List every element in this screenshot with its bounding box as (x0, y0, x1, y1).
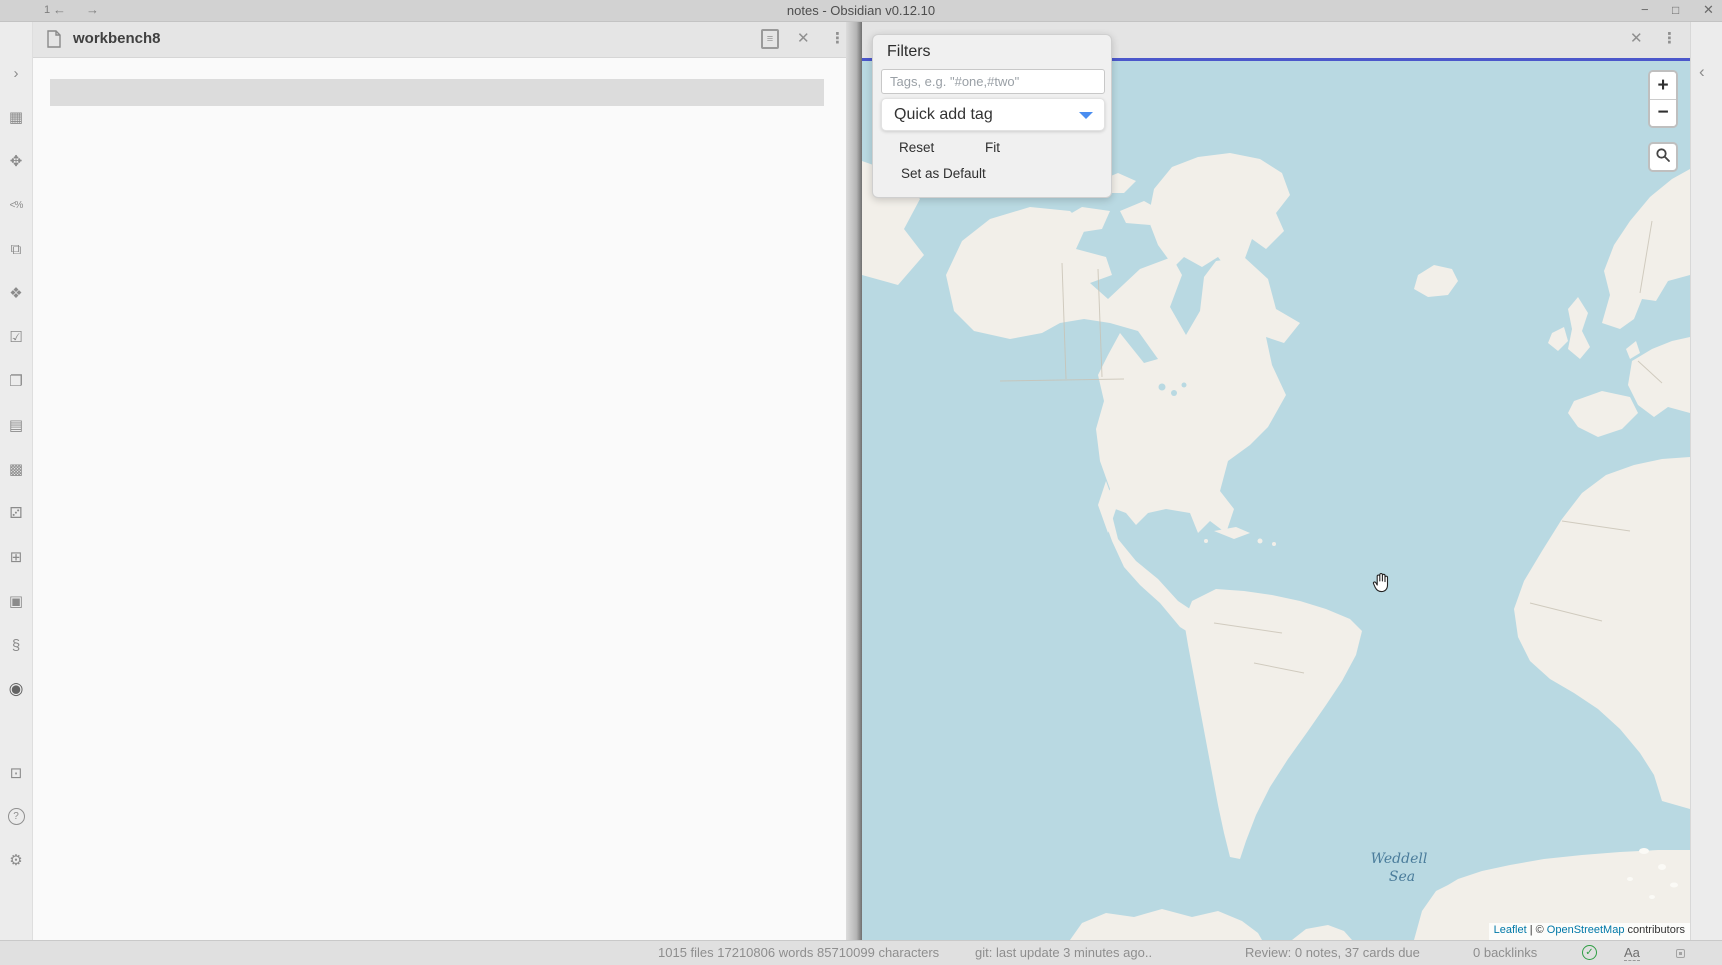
expand-sidebar-icon[interactable]: › (7, 64, 25, 82)
map-filters-panel: Filters Quick add tag Reset Fit Set as D… (872, 34, 1112, 198)
right-sidebar-collapsed: ‹ (1690, 22, 1722, 940)
collapse-left-chevron-icon[interactable]: ‹ (1699, 62, 1705, 82)
daily-note-icon[interactable]: ▣ (7, 592, 25, 610)
workbench-pane: workbench8 ≡ ✕ ⋮ (33, 22, 846, 940)
reset-button[interactable]: Reset (899, 140, 934, 155)
map-attribution: Leaflet | © OpenStreetMap contributors (1489, 923, 1690, 940)
pane-menu-icon[interactable]: ⋮ (830, 29, 845, 47)
close-window-button[interactable]: ✕ (1703, 2, 1714, 18)
tags-filter-input[interactable] (881, 69, 1105, 94)
map-zoom-control: + − (1648, 70, 1678, 128)
zoom-out-button[interactable]: − (1650, 99, 1676, 126)
calendar-check-icon[interactable]: ☑ (7, 328, 25, 346)
sea-label-weddell: Weddell (1371, 851, 1428, 867)
map-pane-menu-icon[interactable]: ⋮ (1662, 29, 1677, 47)
map-search-button[interactable] (1648, 142, 1678, 172)
zoom-in-button[interactable]: + (1650, 72, 1676, 99)
move-node-icon[interactable]: ✥ (7, 152, 25, 170)
pane-divider[interactable] (846, 22, 862, 940)
copyright-symbol: © (1536, 924, 1544, 936)
sync-check-icon: ✓ (1582, 945, 1597, 960)
sea-label-sea: Sea (1389, 869, 1415, 885)
pane-title: workbench8 (73, 30, 161, 47)
fit-button[interactable]: Fit (985, 140, 1000, 155)
presentation-icon[interactable]: ⊡ (7, 764, 25, 782)
hand-cursor-icon (1370, 571, 1394, 600)
minimize-button[interactable]: − (1641, 2, 1649, 17)
slides-icon[interactable]: ⧉ (7, 240, 25, 258)
graph-view-icon[interactable]: ❖ (7, 284, 25, 302)
review-status: Review: 0 notes, 37 cards due (1245, 945, 1420, 960)
titlebar: 1 ← → notes - Obsidian v0.12.10 − □ ✕ (0, 0, 1722, 22)
workbench-pane-header: workbench8 ≡ ✕ ⋮ (33, 22, 846, 58)
git-status: git: last update 3 minutes ago.. (975, 945, 1152, 960)
openstreetmap-link[interactable]: OpenStreetMap (1547, 924, 1625, 936)
maximize-button[interactable]: □ (1672, 3, 1679, 17)
flashcards-icon[interactable]: ▤ (7, 416, 25, 434)
status-bar: 1015 files 17210806 words 85710099 chara… (0, 940, 1722, 965)
close-pane-icon[interactable]: ✕ (797, 29, 810, 47)
empty-note-line[interactable] (50, 79, 824, 106)
set-as-default-button[interactable]: Set as Default (901, 166, 986, 181)
filters-title: Filters (887, 43, 931, 61)
quick-add-tag-select[interactable]: Quick add tag (881, 98, 1105, 131)
backlinks-status: 0 backlinks (1473, 945, 1537, 960)
quick-add-tag-label: Quick add tag (894, 106, 993, 124)
window-title: notes - Obsidian v0.12.10 (0, 3, 1722, 18)
obsidian-window: 1 ← → notes - Obsidian v0.12.10 − □ ✕ › … (0, 0, 1722, 965)
duplicate-note-icon[interactable]: ❐ (7, 372, 25, 390)
status-mini-icon[interactable] (1676, 949, 1685, 958)
word-count-status: 1015 files 17210806 words 85710099 chara… (658, 945, 939, 960)
chevron-down-icon (1079, 112, 1093, 119)
attribution-separator: | (1530, 924, 1533, 936)
ribbon-strap-icon[interactable]: § (7, 636, 25, 654)
note-file-icon (47, 30, 61, 53)
random-note-icon[interactable]: ⚂ (7, 504, 25, 522)
templater-icon[interactable]: <% (7, 196, 25, 214)
case-toggle-button[interactable]: Aa (1624, 945, 1640, 961)
table-icon[interactable]: ▦ (7, 108, 25, 126)
leaflet-link[interactable]: Leaflet (1494, 924, 1527, 936)
close-map-pane-icon[interactable]: ✕ (1630, 29, 1643, 47)
database-icon[interactable]: ⊞ (7, 548, 25, 566)
blocks-icon[interactable]: ▩ (7, 460, 25, 478)
contributors-text: contributors (1628, 924, 1685, 936)
preview-mode-icon[interactable]: ≡ (761, 29, 779, 49)
help-icon[interactable]: ? (8, 808, 25, 825)
search-icon (1655, 147, 1671, 168)
settings-icon[interactable]: ⚙ (7, 851, 25, 869)
map-globe-icon[interactable]: ◉ (7, 680, 25, 698)
left-ribbon: › ▦ ✥ <% ⧉ ❖ ☑ ❐ ▤ ▩ ⚂ ⊞ ▣ § ◉ ⊡ ? ⚙ (0, 22, 33, 940)
